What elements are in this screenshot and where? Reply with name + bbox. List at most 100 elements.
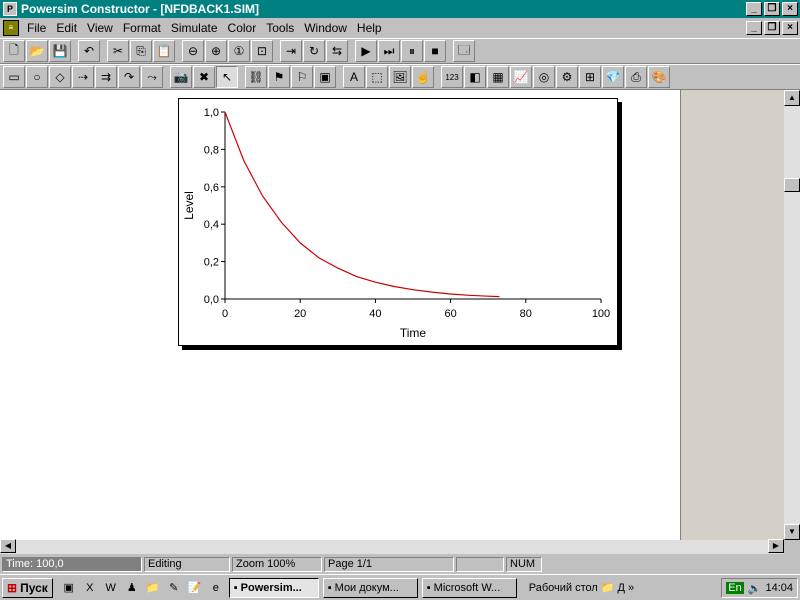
text-button[interactable]: A [343,66,365,88]
stop-button[interactable]: ■ [424,40,446,62]
more-chevron-icon[interactable]: » [628,582,634,594]
ie-icon[interactable]: e [207,579,225,597]
vertical-scroll-thumb[interactable] [784,178,800,192]
level-series-line [224,111,500,298]
desktop-toolbar[interactable]: Рабочий стол 📁 Д » [525,578,638,598]
step-button[interactable]: ⏭ [378,40,400,62]
menu-tools[interactable]: Tools [261,21,299,35]
flow-with-rate-button[interactable]: ⇉ [95,66,117,88]
new-icon: 🗋 [9,42,19,57]
rotate-button[interactable]: ↻ [303,40,325,62]
doc-minimize-button[interactable]: _ [746,21,762,35]
flag-link-button[interactable]: ⚑ [268,66,290,88]
doc-restore-button[interactable]: ❐ [764,21,780,35]
restore-button[interactable]: ❐ [764,2,780,16]
close-button[interactable]: × [782,2,798,16]
flag-link2-button[interactable]: ⚐ [291,66,313,88]
menu-help[interactable]: Help [352,21,387,35]
zoom-in-button[interactable]: ⊕ [205,40,227,62]
horizontal-scrollbar[interactable]: ◀ ▶ [0,539,784,554]
vertical-scrollbar[interactable]: ▲ ▼ [784,90,800,540]
notes-icon[interactable]: 📝 [186,579,204,597]
pause-button[interactable]: ⏸ [401,40,423,62]
task-app-icon: ▪ [327,581,332,594]
link-arc-button[interactable]: ↷ [118,66,140,88]
task-app-icon: ▪ [233,581,238,594]
excel-icon[interactable]: X [81,579,99,597]
menu-simulate[interactable]: Simulate [166,21,223,35]
menu-file[interactable]: File [22,21,51,35]
scatter-button[interactable]: ◎ [533,66,555,88]
folder-tool-icon[interactable]: 📁 [144,579,162,597]
open-button[interactable]: 📂 [26,40,48,62]
flow-icon: ⇢ [77,70,89,84]
scatter-icon: ◎ [538,70,550,84]
save-button[interactable]: 💾 [49,40,71,62]
gauge-button[interactable]: ⚙ [556,66,578,88]
powersim-app-icon[interactable]: P [3,2,17,16]
scroll-left-arrow-icon[interactable]: ◀ [0,539,16,553]
clock[interactable]: 14:04 [765,582,793,594]
task-microsoft-word[interactable]: ▪ Microsoft W... [421,577,517,598]
undo-button[interactable]: ↶ [78,40,100,62]
palette-icon: 🎨 [651,70,667,84]
print-button[interactable]: ⎙ [625,66,647,88]
office-icon[interactable]: ♟ [123,579,141,597]
task-my-documents[interactable]: ▪ Мои докум... [322,577,418,598]
volume-icon[interactable]: 🔈 [748,582,762,595]
desktop-icon[interactable]: ▣ [60,579,78,597]
cut-button[interactable]: ✂ [107,40,129,62]
pencil-icon[interactable]: ✎ [165,579,183,597]
doc-close-button[interactable]: × [782,21,798,35]
status-zoom: Zoom 100% [232,556,322,572]
link-button[interactable]: ⇥ [280,40,302,62]
minimize-button[interactable]: _ [746,2,762,16]
frame-button[interactable]: ⬚ [366,66,388,88]
zoom-out-button[interactable]: ⊖ [182,40,204,62]
new-button[interactable]: 🗋 [3,40,25,62]
flow-button[interactable]: ⇢ [72,66,94,88]
status-mode: Editing [144,556,230,572]
delayed-link-button[interactable]: ⤳ [141,66,163,88]
pointer-button[interactable]: ↖ [216,66,238,88]
button-button[interactable]: ☝ [412,66,434,88]
auxiliary-button[interactable]: ○ [26,66,48,88]
start-button[interactable]: ⊞ Пуск [2,577,53,598]
menu-window[interactable]: Window [299,21,352,35]
task-label: Powersim... [240,581,302,594]
bar-button[interactable]: ⊞ [579,66,601,88]
menu-edit[interactable]: Edit [51,21,82,35]
delete-button[interactable]: ✖ [193,66,215,88]
paste-button[interactable]: 📋 [153,40,175,62]
properties-button[interactable]: 🗔 [453,40,475,62]
scroll-down-arrow-icon[interactable]: ▼ [784,524,800,540]
menu-format[interactable]: Format [118,21,166,35]
task-powersim[interactable]: ▪ Powersim... [228,577,319,598]
scroll-right-arrow-icon[interactable]: ▶ [768,539,784,553]
slider-button[interactable]: ◧ [464,66,486,88]
diamond-button[interactable]: 💎 [602,66,624,88]
scroll-up-arrow-icon[interactable]: ▲ [784,90,800,106]
menu-view[interactable]: View [82,21,118,35]
word-icon[interactable]: W [102,579,120,597]
graph-button[interactable]: 📈 [510,66,532,88]
language-indicator[interactable]: En [726,582,744,594]
number-button[interactable]: 123 [441,66,463,88]
table-button[interactable]: ▦ [487,66,509,88]
constant-button[interactable]: ◇ [49,66,71,88]
chain-button[interactable]: ⛓ [245,66,267,88]
zoom-fit-button[interactable]: ⊡ [251,40,273,62]
group-button[interactable]: ▣ [314,66,336,88]
document-icon[interactable]: ≡ [3,20,19,36]
menu-color[interactable]: Color [223,21,262,35]
copy-button[interactable]: ⎘ [130,40,152,62]
level-button[interactable]: ▭ [3,66,25,88]
palette-button[interactable]: 🎨 [648,66,670,88]
run-button[interactable]: ▶ [355,40,377,62]
layout-button[interactable]: ⇆ [326,40,348,62]
zoom-normal-button[interactable]: ① [228,40,250,62]
run-icon: ▶ [361,44,371,58]
picture-button[interactable]: 🖼 [389,66,411,88]
time-graph[interactable]: 0,0 0,2 0,4 0,6 0,8 1,0 0 20 40 60 80 100 Time Level [178,98,618,346]
snapshot-button[interactable]: 📷 [170,66,192,88]
